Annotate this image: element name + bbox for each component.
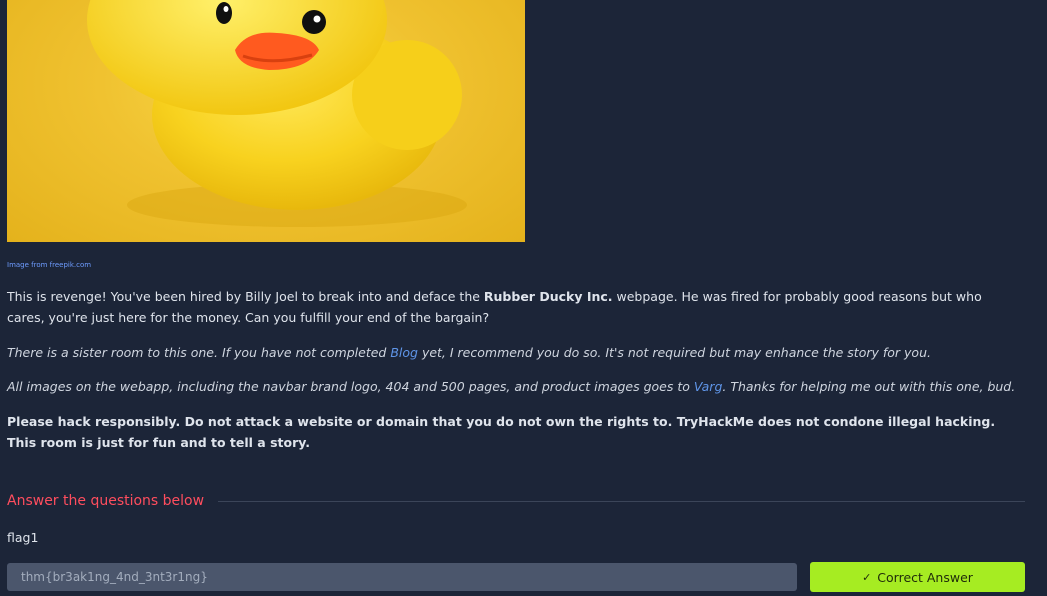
question-label: flag1 bbox=[7, 530, 39, 545]
questions-title: Answer the questions below bbox=[7, 493, 205, 509]
rubber-duck-image bbox=[7, 0, 525, 242]
blog-link[interactable]: Blog bbox=[390, 345, 418, 360]
sister-text-start: There is a sister room to this one. If y… bbox=[7, 345, 391, 360]
company-name: Rubber Ducky Inc. bbox=[483, 289, 613, 304]
images-note-start: All images on the webapp, including the … bbox=[7, 379, 694, 394]
images-credit-note: All images on the webapp, including the … bbox=[7, 376, 1017, 397]
image-credit: Image from freepik.com bbox=[7, 261, 92, 269]
images-note-end: . Thanks for helping me out with this on… bbox=[722, 379, 1016, 394]
correct-answer-button[interactable]: ✓ Correct Answer bbox=[810, 562, 1025, 592]
sister-room-note: There is a sister room to this one. If y… bbox=[7, 342, 1017, 363]
divider bbox=[218, 500, 1025, 502]
check-icon: ✓ bbox=[862, 570, 872, 584]
questions-header: Answer the questions below bbox=[7, 490, 1025, 512]
intro-text-start: This is revenge! You've been hired by Bi… bbox=[7, 289, 484, 304]
disclaimer: Please hack responsibly. Do not attack a… bbox=[7, 414, 996, 450]
answer-input[interactable]: thm{br3ak1ng_4nd_3nt3r1ng} bbox=[7, 563, 797, 591]
intro-paragraph: This is revenge! You've been hired by Bi… bbox=[7, 286, 1017, 328]
correct-answer-label: Correct Answer bbox=[877, 569, 973, 585]
sister-text-end: yet, I recommend you do so. It's not req… bbox=[417, 345, 931, 360]
varg-link[interactable]: Varg bbox=[694, 379, 723, 394]
